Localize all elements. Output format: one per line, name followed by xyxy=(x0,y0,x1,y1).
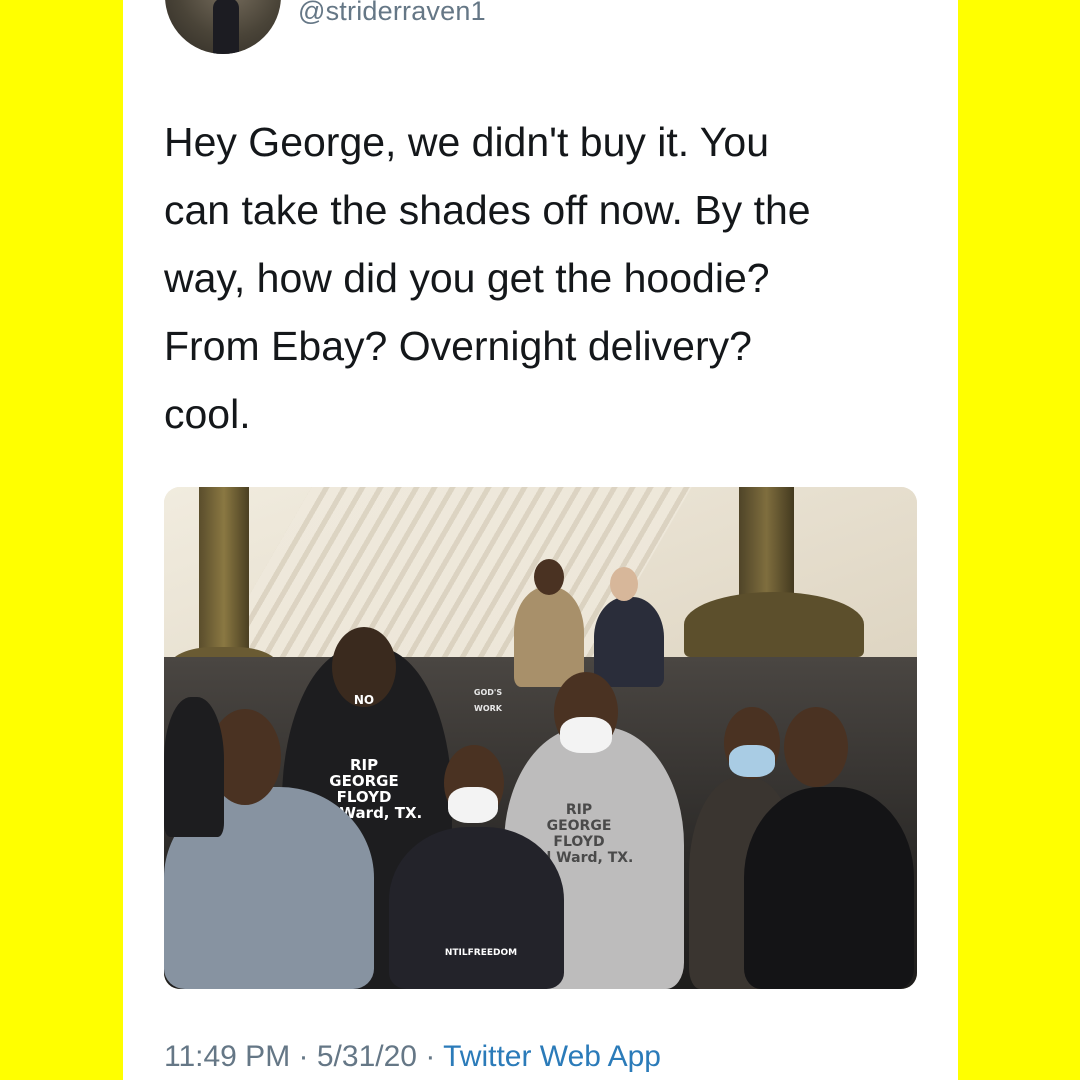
photo-person-right-2 xyxy=(744,787,914,989)
tweet-text: Hey George, we didn't buy it. You can ta… xyxy=(164,119,811,437)
photo-lamp-post-left xyxy=(199,487,249,657)
photo-mask-right-1 xyxy=(729,745,775,777)
tweet-photo[interactable]: NO RIP GEORGE FLOYD 3rd Ward, TX. RIP GE… xyxy=(164,487,917,989)
tweet-date[interactable]: 5/31/20 xyxy=(317,1040,417,1073)
photo-head-back xyxy=(534,559,564,595)
photo-mask-woman xyxy=(448,787,498,823)
photo-head-right-2 xyxy=(784,707,848,787)
photo-mask-center xyxy=(560,717,612,753)
user-handle[interactable]: @striderraven1 xyxy=(298,0,486,27)
photo-shirt-print: NTILFREEDOM xyxy=(444,948,518,958)
photo-person-far-left xyxy=(164,697,224,837)
photo-person-back xyxy=(514,587,584,687)
photo-lamp-post-right xyxy=(739,487,794,607)
avatar[interactable] xyxy=(165,0,281,54)
timestamp-separator: · xyxy=(298,1040,309,1073)
avatar-figure xyxy=(213,0,239,54)
tweet-time[interactable]: 11:49 PM xyxy=(164,1040,290,1073)
photo-person-back-2 xyxy=(594,597,664,687)
photo-head-back-2 xyxy=(610,567,638,601)
photo-mask-text-left: NO xyxy=(353,693,375,707)
photo-person-woman xyxy=(389,827,564,989)
photo-lamp-base-right xyxy=(684,592,864,657)
timestamp-separator-2: · xyxy=(425,1040,436,1073)
photo-cap-text: GOD'S WORK xyxy=(473,688,503,713)
tweet-source-link[interactable]: Twitter Web App xyxy=(443,1040,661,1073)
tweet-timestamp: 11:49 PM · 5/31/20 · Twitter Web App xyxy=(164,1040,661,1074)
tweet-card: @striderraven1 Hey George, we didn't buy… xyxy=(123,0,958,1080)
